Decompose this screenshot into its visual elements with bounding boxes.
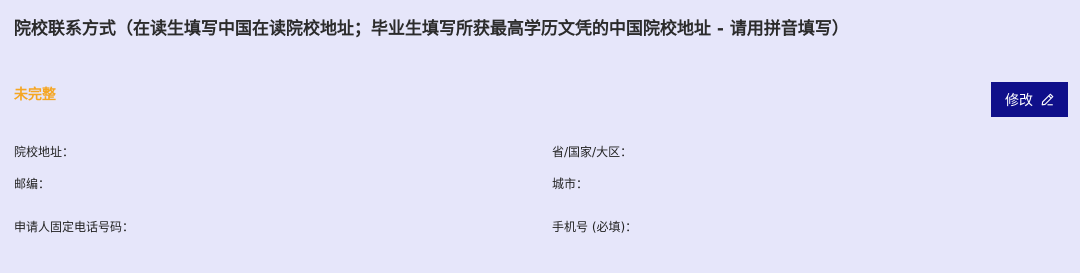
field-city: 城市： (552, 175, 592, 192)
school-address-label: 院校地址： (14, 145, 75, 159)
field-landline: 申请人固定电话号码： (14, 218, 138, 235)
field-mobile: 手机号 (必填)： (552, 218, 641, 235)
field-postcode: 邮编： (14, 175, 54, 192)
postcode-label: 邮编： (14, 177, 51, 191)
pencil-icon (1041, 93, 1054, 106)
landline-label: 申请人固定电话号码： (14, 220, 135, 234)
province-label: 省/国家/大区： (552, 145, 633, 159)
field-school-address: 院校地址： (14, 143, 78, 160)
status-incomplete: 未完整 (14, 87, 56, 103)
school-contact-panel: 院校联系方式（在读生填写中国在读院校地址；毕业生填写所获最高学历文凭的中国院校地… (0, 0, 1080, 273)
field-province: 省/国家/大区： (552, 143, 636, 160)
city-label: 城市： (552, 177, 589, 191)
edit-button[interactable]: 修改 (991, 82, 1068, 117)
edit-button-label: 修改 (1005, 92, 1033, 109)
section-title: 院校联系方式（在读生填写中国在读院校地址；毕业生填写所获最高学历文凭的中国院校地… (14, 19, 849, 39)
mobile-label: 手机号 (必填)： (552, 220, 638, 234)
